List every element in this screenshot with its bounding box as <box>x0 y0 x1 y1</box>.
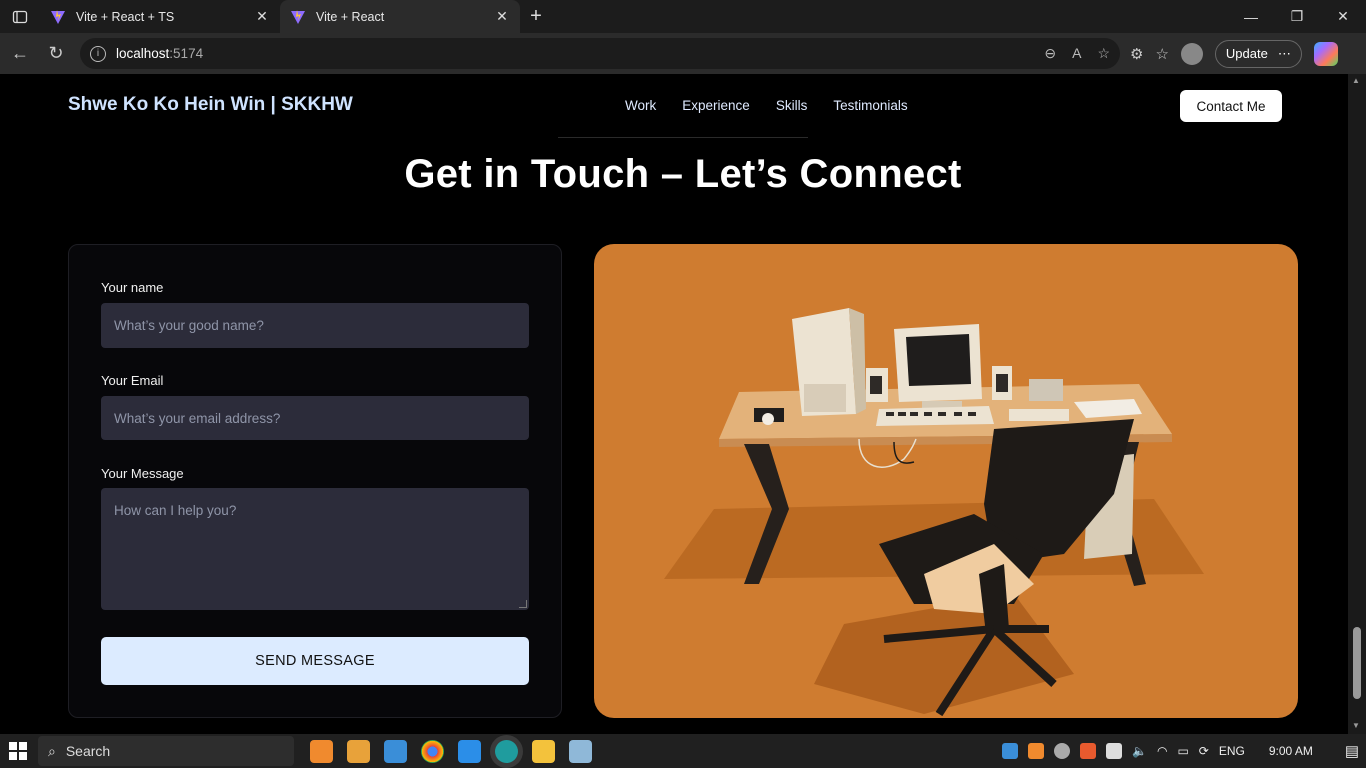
read-aloud-icon[interactable]: A <box>1072 45 1081 62</box>
browser-tab[interactable]: Vite + React + TS ✕ <box>40 0 280 33</box>
windows-taskbar: ⌕ Search 🔈 ◠ ▭ ⟳ ENG 9:00 AM ▤ <box>0 734 1366 768</box>
zoom-icon[interactable]: ⊖ <box>1044 45 1056 62</box>
refresh-icon[interactable]: ↻ <box>38 38 74 70</box>
name-label: Your name <box>101 280 164 295</box>
chrome-icon[interactable] <box>421 739 444 763</box>
more-icon: ⋯ <box>1277 45 1291 61</box>
clock[interactable]: 9:00 AM <box>1269 744 1313 758</box>
nav-link-skills[interactable]: Skills <box>776 98 808 113</box>
nav-divider <box>558 137 808 138</box>
tray-sync-icon[interactable]: ⟳ <box>1199 744 1209 758</box>
email-input[interactable]: What’s your email address? <box>101 396 529 440</box>
address-port: :5174 <box>169 46 204 61</box>
tray-media-icon[interactable] <box>1080 743 1096 759</box>
taskbar-search[interactable]: ⌕ Search <box>38 736 294 766</box>
restore-icon[interactable]: ❐ <box>1274 0 1320 33</box>
vite-favicon-icon <box>291 9 305 24</box>
scrollbar-thumb[interactable] <box>1353 627 1361 699</box>
notepad-icon[interactable] <box>569 739 592 763</box>
update-button[interactable]: Update ⋯ <box>1214 39 1302 68</box>
close-tab-icon[interactable]: ✕ <box>254 8 270 25</box>
resize-handle-icon[interactable] <box>519 600 527 608</box>
site-navbar: Shwe Ko Ko Hein Win | SKKHW Work Experie… <box>4 74 1348 138</box>
close-tab-icon[interactable]: ✕ <box>494 8 510 25</box>
tab-title: Vite + React <box>316 9 385 24</box>
tab-title: Vite + React + TS <box>76 9 175 24</box>
cloud-icon[interactable] <box>1054 743 1070 759</box>
message-label: Your Message <box>101 466 184 481</box>
address-host: localhost <box>116 46 170 61</box>
close-window-icon[interactable]: ✕ <box>1320 0 1366 33</box>
page-scrollbar[interactable]: ▲ ▼ <box>1348 74 1366 734</box>
minimize-icon[interactable]: — <box>1228 0 1274 33</box>
scroll-down-icon[interactable]: ▼ <box>1352 721 1360 730</box>
tray-xampp-icon[interactable] <box>1028 743 1044 759</box>
scroll-up-icon[interactable]: ▲ <box>1352 76 1360 85</box>
desk-illustration <box>594 244 1298 718</box>
contact-me-button[interactable]: Contact Me <box>1180 90 1282 122</box>
page-title: Get in Touch – Let’s Connect <box>404 152 962 196</box>
vite-favicon-icon <box>51 9 65 24</box>
name-input[interactable]: What’s your good name? <box>101 303 529 348</box>
browser-tab-active[interactable]: Vite + React ✕ <box>280 0 520 33</box>
address-bar[interactable]: i localhost:5174 ⊖ A ☆ <box>80 38 1120 69</box>
update-label: Update <box>1225 46 1268 61</box>
message-placeholder: How can I help you? <box>114 503 237 518</box>
battery-icon[interactable]: ▭ <box>1177 744 1188 758</box>
send-message-button[interactable]: SEND MESSAGE <box>101 637 529 685</box>
contact-form: Your name What’s your good name? Your Em… <box>68 244 562 718</box>
tray-app-icon[interactable] <box>1002 743 1018 759</box>
favorites-icon[interactable]: ☆ <box>1155 45 1168 63</box>
app-icon[interactable] <box>347 739 370 763</box>
search-icon: ⌕ <box>48 742 56 759</box>
notifications-icon[interactable]: ▤ <box>1345 742 1359 760</box>
profile-avatar[interactable] <box>1180 42 1203 65</box>
search-label: Search <box>65 743 111 759</box>
page-viewport: Shwe Ko Ko Hein Win | SKKHW Work Experie… <box>4 74 1348 734</box>
extensions-icon[interactable]: ⚙ <box>1130 45 1143 63</box>
back-icon[interactable]: ← <box>2 38 38 70</box>
name-placeholder: What’s your good name? <box>114 318 264 333</box>
site-info-icon[interactable]: i <box>90 45 106 62</box>
nav-link-testimonials[interactable]: Testimonials <box>833 98 907 113</box>
favorite-star-icon[interactable]: ☆ <box>1097 45 1110 62</box>
volume-icon[interactable]: 🔈 <box>1132 744 1147 758</box>
remote-desktop-icon[interactable] <box>384 739 407 763</box>
email-placeholder: What’s your email address? <box>114 410 281 426</box>
xampp-app-icon[interactable] <box>310 739 333 763</box>
vscode-icon[interactable] <box>458 739 481 763</box>
browser-tab-bar: Vite + React + TS ✕ Vite + React ✕ + — ❐… <box>0 0 1366 33</box>
email-label: Your Email <box>101 373 164 388</box>
new-tab-icon[interactable]: + <box>520 0 552 33</box>
nav-link-work[interactable]: Work <box>625 98 656 113</box>
site-brand[interactable]: Shwe Ko Ko Hein Win | SKKHW <box>68 94 353 116</box>
language-indicator[interactable]: ENG <box>1219 744 1245 758</box>
file-explorer-icon[interactable] <box>532 739 555 763</box>
edge-icon[interactable] <box>495 739 518 763</box>
wifi-icon[interactable]: ◠ <box>1157 744 1167 758</box>
tab-actions-icon[interactable] <box>0 0 40 33</box>
message-textarea[interactable]: How can I help you? <box>101 488 529 610</box>
copilot-icon[interactable] <box>1313 41 1338 66</box>
security-shield-icon[interactable] <box>1106 743 1122 759</box>
nav-link-experience[interactable]: Experience <box>682 98 750 113</box>
browser-toolbar: ← ↻ i localhost:5174 ⊖ A ☆ ⚙ ☆ Update ⋯ <box>0 33 1366 74</box>
windows-start-icon[interactable] <box>0 734 36 768</box>
